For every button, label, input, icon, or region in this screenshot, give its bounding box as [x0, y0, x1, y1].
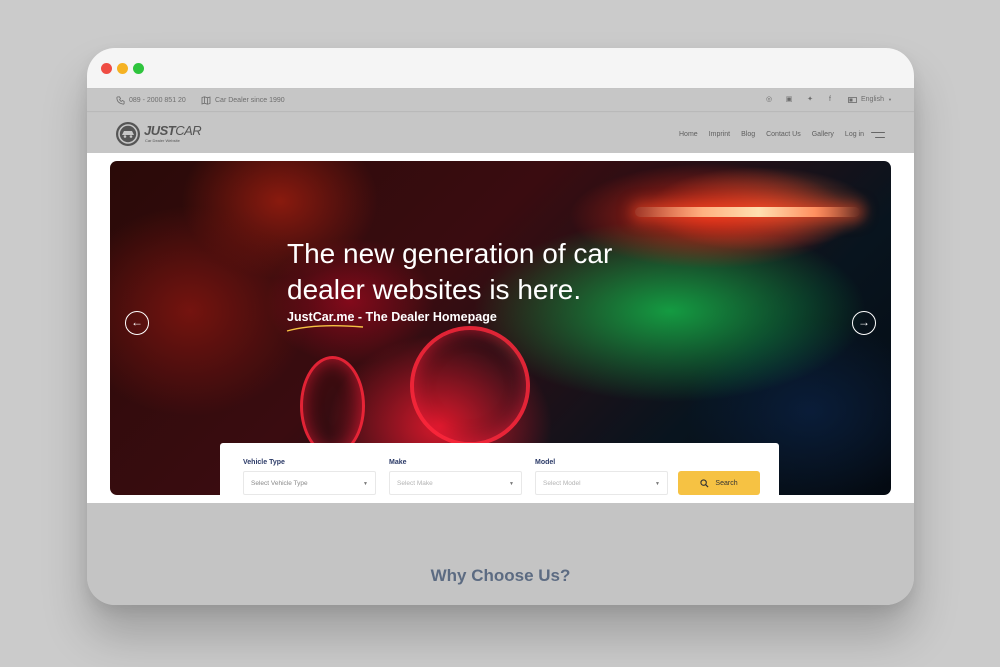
phone-number: 089 - 2000 851 20: [129, 97, 186, 104]
search-button[interactable]: Search: [678, 471, 760, 495]
instagram-icon[interactable]: ▣: [785, 96, 793, 104]
caret-down-icon: ▼: [655, 481, 660, 487]
nav-log-in[interactable]: Log in: [845, 131, 864, 138]
phone-info[interactable]: 089 - 2000 851 20: [116, 96, 186, 105]
nav-links: Home Imprint Blog Contact Us Gallery Log…: [679, 131, 864, 138]
logo-tagline: Car Dealer Website: [145, 138, 180, 143]
search-icon: [700, 478, 709, 488]
slider-prev-button[interactable]: ←: [125, 311, 149, 335]
nav-home[interactable]: Home: [679, 131, 698, 138]
nav-gallery[interactable]: Gallery: [812, 131, 834, 138]
arrow-right-icon: →: [858, 315, 870, 329]
model-select[interactable]: Select Model ▼: [535, 471, 668, 495]
logo-emblem: [116, 122, 140, 146]
make-select[interactable]: Select Make ▼: [389, 471, 522, 495]
car-icon: [118, 124, 138, 144]
browser-window: 089 - 2000 851 20 Car Dealer since 1990 …: [87, 48, 914, 605]
car-taillight-graphic: [635, 207, 860, 217]
twitter-icon[interactable]: ✦: [806, 96, 814, 104]
nav-blog[interactable]: Blog: [741, 131, 755, 138]
hero-subtitle: JustCar.me - The Dealer Homepage: [287, 310, 497, 324]
whatsapp-icon[interactable]: ◎: [765, 96, 773, 104]
search-button-label: Search: [715, 479, 738, 487]
logo-wordmark: JUSTCAR: [144, 123, 202, 138]
close-window-button[interactable]: [101, 63, 112, 74]
maximize-window-button[interactable]: [133, 63, 144, 74]
phone-icon: [116, 96, 125, 105]
slider-next-button[interactable]: →: [852, 311, 876, 335]
vehicle-type-field: Vehicle Type Select Vehicle Type ▼: [243, 459, 376, 495]
hero-title: The new generation of car dealer website…: [287, 238, 613, 305]
make-field: Make Select Make ▼: [389, 459, 522, 495]
car-wheel-graphic: [410, 326, 530, 446]
language-selector[interactable]: English ▼: [848, 96, 892, 103]
section-title: Why Choose Us?: [430, 566, 571, 585]
tagline-info: Car Dealer since 1990: [201, 96, 285, 105]
vehicle-type-label: Vehicle Type: [243, 459, 285, 466]
chevron-down-icon: ▼: [887, 97, 892, 102]
tagline-text: Car Dealer since 1990: [215, 97, 285, 104]
lower-section: [87, 503, 914, 605]
nav-imprint[interactable]: Imprint: [709, 131, 730, 138]
flag-icon: [848, 96, 857, 103]
top-info-bar: 089 - 2000 851 20 Car Dealer since 1990 …: [87, 89, 914, 112]
window-titlebar: [87, 48, 914, 88]
model-field: Model Select Model ▼: [535, 459, 668, 495]
main-navbar: JUSTCAR Car Dealer Website Home Imprint …: [87, 113, 914, 153]
car-wheel-graphic: [300, 356, 365, 456]
make-label: Make: [389, 459, 407, 466]
vehicle-search-panel: Vehicle Type Select Vehicle Type ▼ Make …: [220, 443, 779, 503]
menu-icon[interactable]: [871, 132, 885, 139]
caret-down-icon: ▼: [363, 481, 368, 487]
arrow-left-icon: ←: [131, 315, 143, 329]
nav-contact-us[interactable]: Contact Us: [766, 131, 801, 138]
site-logo[interactable]: JUSTCAR Car Dealer Website: [116, 122, 206, 146]
caret-down-icon: ▼: [509, 481, 514, 487]
minimize-window-button[interactable]: [117, 63, 128, 74]
model-label: Model: [535, 459, 556, 466]
map-icon: [201, 96, 211, 105]
facebook-icon[interactable]: f: [826, 96, 834, 104]
underline-swoosh-icon: [286, 324, 364, 332]
language-label: English: [861, 96, 884, 103]
vehicle-type-select[interactable]: Select Vehicle Type ▼: [243, 471, 376, 495]
